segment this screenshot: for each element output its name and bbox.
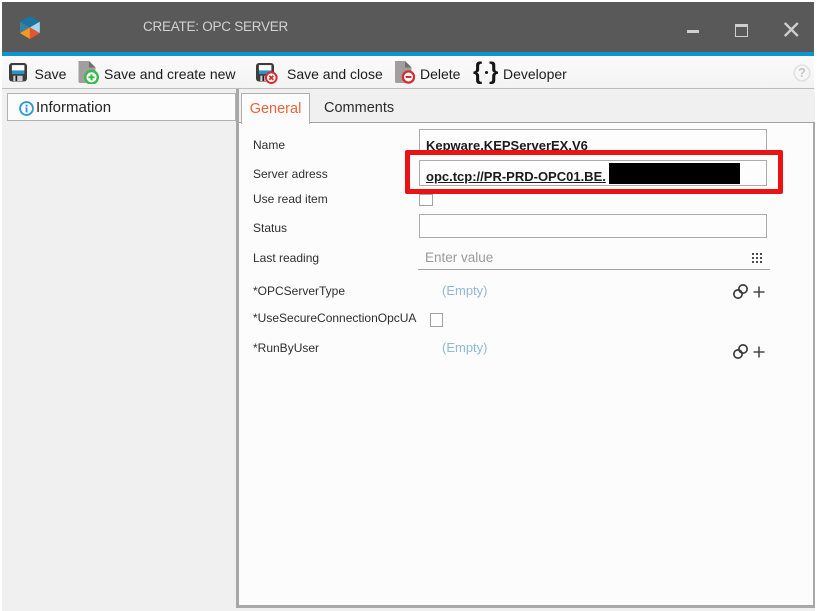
svg-text:?: ? (798, 66, 806, 80)
